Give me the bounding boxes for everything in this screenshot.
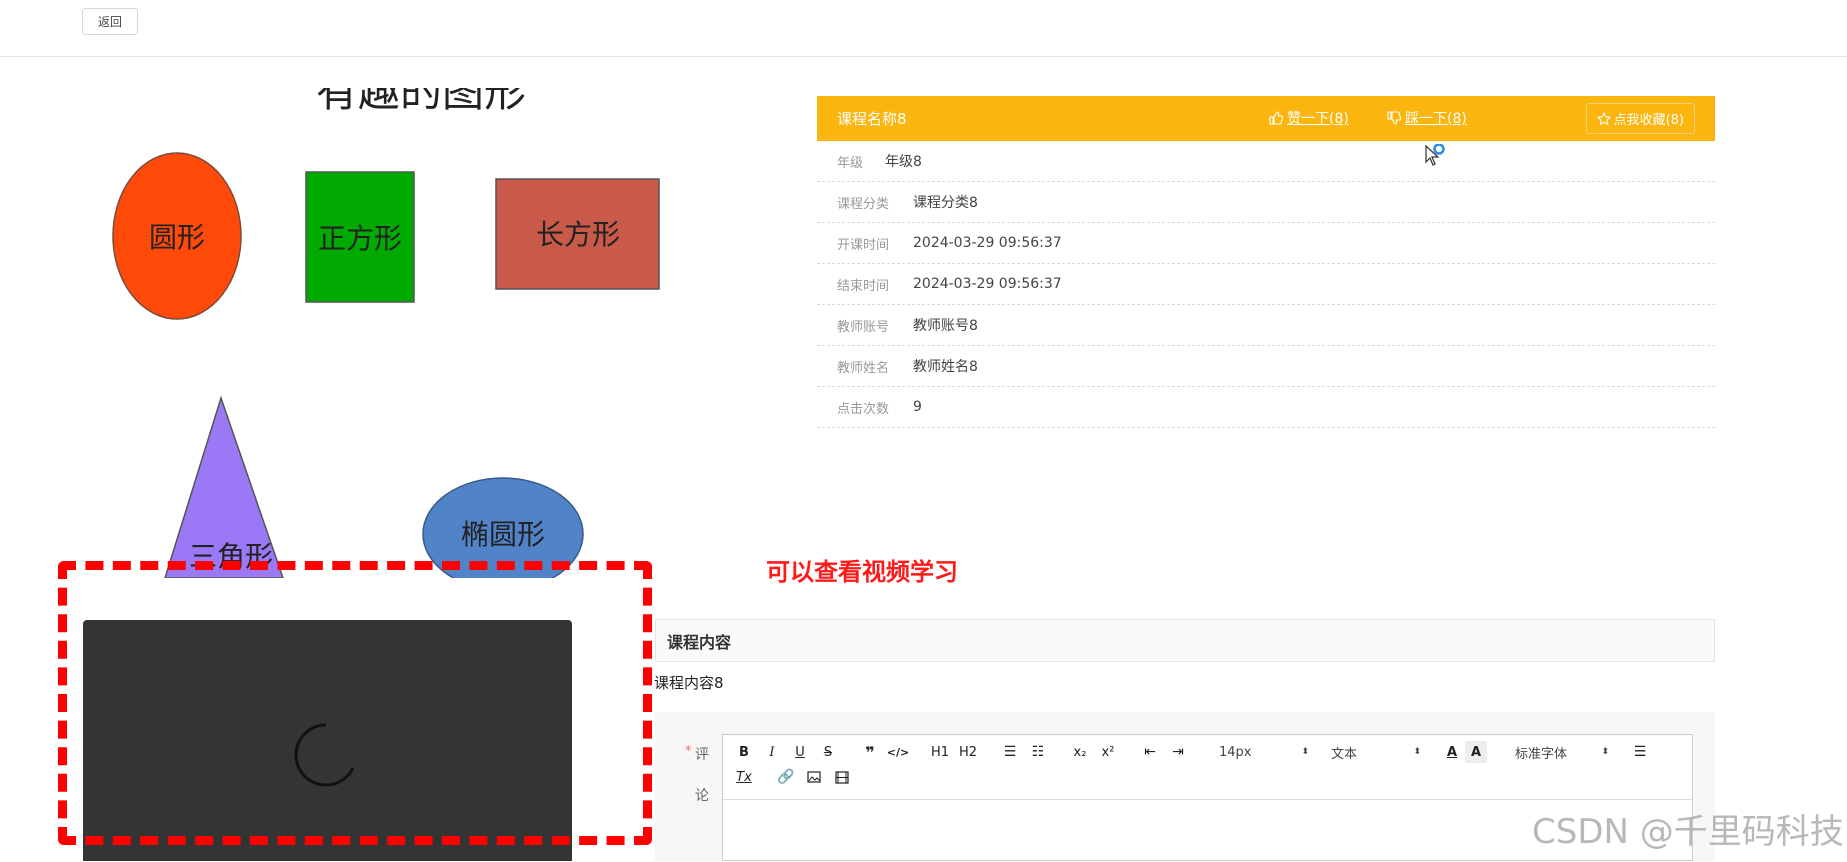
thumbs-up-icon <box>1269 111 1283 125</box>
underline-icon[interactable]: U <box>789 741 811 763</box>
strikethrough-icon[interactable]: S <box>817 741 839 763</box>
heading2-button[interactable]: H2 <box>957 741 979 763</box>
favorite-button[interactable]: 点我收藏(8) <box>1585 103 1695 134</box>
info-label: 结束时间 <box>837 278 890 294</box>
indent-icon[interactable]: ⇥ <box>1167 741 1189 763</box>
info-row-grade: 年级 年级8 <box>817 141 1715 182</box>
mouse-cursor-icon <box>1425 144 1445 166</box>
font-size-select[interactable]: 14px ⬍ <box>1219 741 1309 763</box>
square-label: 正方形 <box>318 222 402 255</box>
top-bar: 返回 <box>0 0 1847 57</box>
star-icon <box>1596 111 1611 125</box>
font-color-icon[interactable]: A <box>1441 741 1463 763</box>
outdent-icon[interactable]: ⇤ <box>1139 741 1161 763</box>
favorite-label: 点我收藏(8) <box>1613 113 1684 128</box>
font-family-value: 标准字体 <box>1515 746 1568 762</box>
code-block-icon[interactable]: </> <box>887 741 909 763</box>
ellipse-label: 椭圆形 <box>461 518 545 551</box>
back-button[interactable]: 返回 <box>82 8 138 35</box>
select-arrows-icon: ⬍ <box>1601 747 1609 757</box>
image-icon[interactable] <box>803 766 825 788</box>
info-label: 教师账号 <box>837 319 890 335</box>
course-cover-image: 有趣的图形 圆形 正方形 长方形 三角形 椭圆形 <box>80 88 680 578</box>
annotation-text: 可以查看视频学习 <box>766 558 958 586</box>
italic-icon[interactable]: I <box>761 741 783 763</box>
info-label: 年级 <box>837 155 864 171</box>
link-icon[interactable]: 🔗 <box>775 766 797 788</box>
video-icon[interactable] <box>831 766 853 788</box>
info-value: 年级8 <box>885 154 922 170</box>
info-value: 课程分类8 <box>913 195 978 211</box>
info-value: 2024-03-29 09:56:37 <box>913 235 1062 251</box>
like-button[interactable]: 赞一下(8) <box>1269 108 1349 128</box>
rectangle-label: 长方形 <box>536 218 620 251</box>
course-content-title: 课程内容 <box>667 632 732 652</box>
watermark: CSDN @千里码科技 <box>1532 812 1844 852</box>
font-size-value: 14px <box>1219 744 1252 760</box>
ordered-list-icon[interactable]: ☰ <box>999 741 1021 763</box>
info-value: 教师姓名8 <box>913 359 978 375</box>
info-label: 教师姓名 <box>837 360 890 376</box>
thumbs-down-icon <box>1387 111 1401 125</box>
comment-label-line2: 论 <box>695 788 709 804</box>
course-info-panel: 课程名称8 赞一下(8) 踩一下(8) 点我收藏(8) 年级 年级8 课程分类 … <box>817 96 1715 428</box>
info-row-click-count: 点击次数 9 <box>817 387 1715 428</box>
info-value: 9 <box>913 399 922 415</box>
clear-format-icon[interactable]: Tx <box>733 766 755 788</box>
annotation-highlight-box <box>58 561 652 845</box>
select-arrows-icon: ⬍ <box>1301 747 1309 757</box>
dislike-button[interactable]: 踩一下(8) <box>1387 108 1467 128</box>
shapes-illustration: 圆形 正方形 长方形 三角形 椭圆形 <box>112 152 660 578</box>
info-row-category: 课程分类 课程分类8 <box>817 182 1715 223</box>
subscript-icon[interactable]: x₂ <box>1069 741 1091 763</box>
course-content-header: 课程内容 <box>655 619 1715 662</box>
info-value: 2024-03-29 09:56:37 <box>913 276 1062 292</box>
info-row-teacher-name: 教师姓名 教师姓名8 <box>817 346 1715 387</box>
info-value: 教师账号8 <box>913 318 978 334</box>
dislike-label: 踩一下(8) <box>1405 111 1467 127</box>
blockquote-icon[interactable]: ❞ <box>859 741 881 763</box>
bold-icon[interactable]: B <box>733 741 755 763</box>
heading1-button[interactable]: H1 <box>929 741 951 763</box>
text-type-select[interactable]: 文本 ⬍ <box>1331 741 1421 763</box>
info-label: 课程分类 <box>837 196 890 212</box>
like-label: 赞一下(8) <box>1287 111 1349 127</box>
course-name: 课程名称8 <box>837 110 907 128</box>
circle-label: 圆形 <box>149 221 205 254</box>
comment-label-line1: 评 <box>695 747 709 763</box>
info-row-teacher-account: 教师账号 教师账号8 <box>817 305 1715 346</box>
background-color-icon[interactable]: A <box>1465 741 1487 763</box>
required-mark: * <box>685 744 692 759</box>
align-left-icon[interactable]: ☰ <box>1629 741 1651 763</box>
info-label: 开课时间 <box>837 237 890 253</box>
info-row-start-time: 开课时间 2024-03-29 09:56:37 <box>817 223 1715 264</box>
bullet-list-icon[interactable]: ☷ <box>1027 741 1049 763</box>
font-family-select[interactable]: 标准字体 ⬍ <box>1515 741 1609 763</box>
info-label: 点击次数 <box>837 401 890 417</box>
editor-toolbar: B I U S ❞ </> H1 H2 ☰ ☷ x₂ x² ⇤ ⇥ 14px ⬍… <box>723 735 1692 800</box>
course-info-header: 课程名称8 赞一下(8) 踩一下(8) 点我收藏(8) <box>817 96 1715 141</box>
text-type-value: 文本 <box>1331 746 1358 762</box>
superscript-icon[interactable]: x² <box>1097 741 1119 763</box>
select-arrows-icon: ⬍ <box>1413 747 1421 757</box>
info-row-end-time: 结束时间 2024-03-29 09:56:37 <box>817 264 1715 305</box>
course-content-body: 课程内容8 <box>654 674 724 692</box>
